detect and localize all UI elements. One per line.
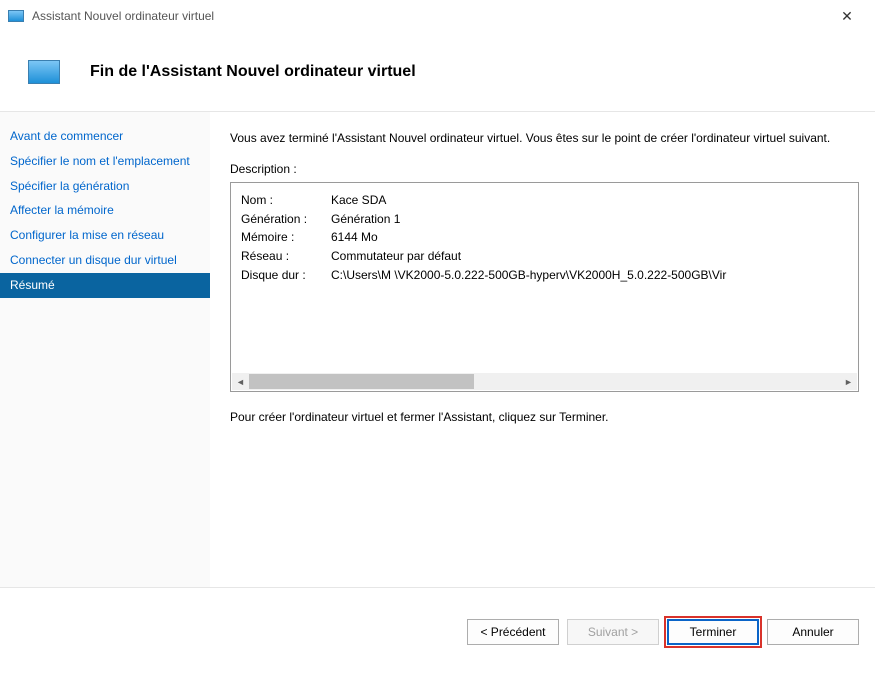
finish-hint: Pour créer l'ordinateur virtuel et ferme… <box>230 410 859 424</box>
summary-value: 6144 Mo <box>331 228 378 247</box>
page-title: Fin de l'Assistant Nouvel ordinateur vir… <box>90 63 416 81</box>
step-specify-name[interactable]: Spécifier le nom et l'emplacement <box>0 149 210 174</box>
wizard-header: Fin de l'Assistant Nouvel ordinateur vir… <box>0 32 875 112</box>
wizard-icon <box>28 60 60 84</box>
close-button[interactable]: ✕ <box>827 2 867 30</box>
summary-row-network: Réseau : Commutateur par défaut <box>241 247 848 266</box>
summary-value: Commutateur par défaut <box>331 247 461 266</box>
finish-button[interactable]: Terminer <box>667 619 759 645</box>
cancel-button[interactable]: Annuler <box>767 619 859 645</box>
scroll-thumb[interactable] <box>249 374 474 389</box>
next-button: Suivant > <box>567 619 659 645</box>
back-button[interactable]: < Précédent <box>467 619 559 645</box>
step-summary[interactable]: Résumé <box>0 273 210 298</box>
scroll-right-button[interactable]: ► <box>840 373 857 390</box>
summary-value: Génération 1 <box>331 210 400 229</box>
wizard-main-panel: Vous avez terminé l'Assistant Nouvel ord… <box>210 112 875 587</box>
summary-key: Nom : <box>241 191 331 210</box>
step-connect-vhd[interactable]: Connecter un disque dur virtuel <box>0 248 210 273</box>
summary-row-harddisk: Disque dur : C:\Users\M \VK2000-5.0.222-… <box>241 266 848 285</box>
summary-key: Génération : <box>241 210 331 229</box>
step-assign-memory[interactable]: Affecter la mémoire <box>0 198 210 223</box>
step-configure-networking[interactable]: Configurer la mise en réseau <box>0 223 210 248</box>
window-title: Assistant Nouvel ordinateur virtuel <box>32 9 827 23</box>
summary-key: Réseau : <box>241 247 331 266</box>
wizard-body: Avant de commencer Spécifier le nom et l… <box>0 112 875 588</box>
summary-row-generation: Génération : Génération 1 <box>241 210 848 229</box>
wizard-footer: < Précédent Suivant > Terminer Annuler <box>0 588 875 676</box>
summary-row-name: Nom : Kace SDA <box>241 191 848 210</box>
description-label: Description : <box>230 162 859 176</box>
summary-key: Mémoire : <box>241 228 331 247</box>
wizard-steps-sidebar: Avant de commencer Spécifier le nom et l… <box>0 112 210 587</box>
step-specify-generation[interactable]: Spécifier la génération <box>0 174 210 199</box>
app-icon <box>8 10 24 22</box>
scroll-track[interactable] <box>249 373 840 390</box>
summary-row-memory: Mémoire : 6144 Mo <box>241 228 848 247</box>
titlebar: Assistant Nouvel ordinateur virtuel ✕ <box>0 0 875 32</box>
horizontal-scrollbar[interactable]: ◄ ► <box>232 373 857 390</box>
scroll-left-button[interactable]: ◄ <box>232 373 249 390</box>
summary-key: Disque dur : <box>241 266 331 285</box>
summary-box: Nom : Kace SDA Génération : Génération 1… <box>230 182 859 392</box>
summary-value: C:\Users\M \VK2000-5.0.222-500GB-hyperv\… <box>331 266 726 285</box>
step-before-you-begin[interactable]: Avant de commencer <box>0 124 210 149</box>
summary-value: Kace SDA <box>331 191 386 210</box>
intro-text: Vous avez terminé l'Assistant Nouvel ord… <box>230 130 859 146</box>
